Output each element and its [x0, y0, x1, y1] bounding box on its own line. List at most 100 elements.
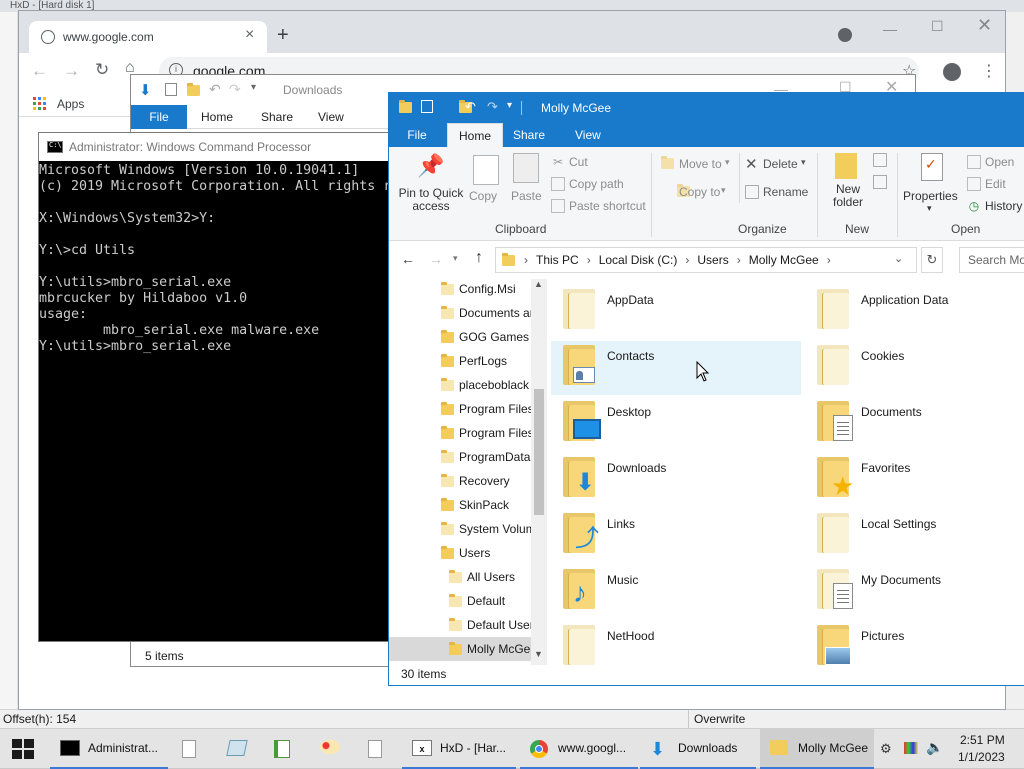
tray-app-icon[interactable]: ⚙: [880, 741, 892, 757]
nav-item[interactable]: Program Files (x86): [389, 421, 531, 445]
minimize-button[interactable]: —: [883, 21, 897, 37]
refresh-icon[interactable]: ↻: [921, 247, 943, 273]
rename-button[interactable]: Rename: [763, 185, 808, 199]
back-arrow-icon[interactable]: ←: [31, 61, 48, 81]
chrome-tab[interactable]: www.google.com ×: [29, 21, 267, 53]
folder-item[interactable]: ⤴ Links: [551, 509, 801, 563]
nav-item[interactable]: ProgramData: [389, 445, 531, 469]
folder-item[interactable]: Local Settings: [805, 509, 1024, 563]
close-window-button[interactable]: ✕: [977, 15, 992, 36]
scrollbar-thumb[interactable]: [534, 389, 544, 515]
breadcrumb-segment[interactable]: Users: [697, 253, 728, 267]
folder-item[interactable]: My Documents: [805, 565, 1024, 619]
taskbar-button[interactable]: Molly McGee: [760, 729, 874, 769]
open-button[interactable]: Open: [985, 155, 1014, 169]
tab-share[interactable]: Share: [513, 128, 545, 142]
navigation-scrollbar[interactable]: ▲ ▼: [531, 279, 547, 665]
tab-search-icon[interactable]: [838, 28, 852, 42]
properties-dropdown-icon[interactable]: ▾: [927, 203, 932, 214]
properties-button[interactable]: ✓ Properties ▾: [903, 153, 963, 217]
move-to-dropdown-icon[interactable]: ▾: [725, 157, 730, 168]
clock-date[interactable]: 1/1/2023: [958, 750, 1005, 764]
new-item-icon[interactable]: [873, 153, 887, 167]
properties-icon[interactable]: [165, 83, 177, 96]
downloads-tab-file[interactable]: File: [131, 105, 187, 129]
nav-item[interactable]: SkinPack: [389, 493, 531, 517]
folder-item[interactable]: Application Data: [805, 285, 1024, 339]
nav-item[interactable]: Default: [389, 589, 531, 613]
downloads-tab-home[interactable]: Home: [201, 110, 233, 124]
pin-to-quick-access-button[interactable]: 📌 Pin to Quick access: [395, 153, 467, 219]
new-tab-button[interactable]: +: [277, 25, 289, 45]
new-folder-icon[interactable]: [187, 83, 200, 96]
breadcrumb-chevron-icon[interactable]: ›: [524, 253, 528, 267]
copy-to-button[interactable]: Copy to: [679, 185, 720, 199]
clock-time[interactable]: 2:51 PM: [960, 733, 1005, 747]
apps-bookmark[interactable]: Apps: [57, 97, 84, 111]
undo-icon[interactable]: ↶: [209, 81, 221, 98]
nav-item[interactable]: Program Files: [389, 397, 531, 421]
breadcrumb-segment[interactable]: Molly McGee: [749, 253, 819, 267]
folder-item[interactable]: Cookies: [805, 341, 1024, 395]
taskbar-button[interactable]: www.googl...: [520, 729, 638, 769]
folder-item[interactable]: ♪ Music: [551, 565, 801, 619]
recent-locations-icon[interactable]: ▾: [453, 253, 458, 264]
nav-item[interactable]: Recovery: [389, 469, 531, 493]
breadcrumb-chevron-icon[interactable]: ›: [587, 253, 591, 267]
folder-item[interactable]: ⬇ Downloads: [551, 453, 801, 507]
copy-path-button[interactable]: Copy path: [569, 177, 624, 191]
copy-to-dropdown-icon[interactable]: ▾: [721, 185, 726, 196]
taskbar-button[interactable]: ⬇ Downloads: [640, 729, 756, 769]
folder-item[interactable]: Desktop: [551, 397, 801, 451]
edit-button[interactable]: Edit: [985, 177, 1006, 191]
qat-dropdown-icon[interactable]: ▾: [251, 82, 256, 93]
nav-item[interactable]: Config.Msi: [389, 279, 531, 301]
taskbar-button[interactable]: Administrat...: [50, 729, 168, 769]
up-arrow-icon[interactable]: ↑: [475, 249, 483, 267]
folder-item[interactable]: Documents: [805, 397, 1024, 451]
tab-file[interactable]: File: [389, 123, 445, 147]
nav-item[interactable]: Documents and Settings: [389, 301, 531, 325]
taskbar-button[interactable]: [218, 729, 254, 769]
profile-avatar[interactable]: [943, 63, 961, 81]
address-bar[interactable]: › This PC › Local Disk (C:) › Users › Molly McG…: [495, 247, 917, 273]
undo-icon[interactable]: ↶: [465, 99, 476, 115]
taskbar-button[interactable]: [264, 729, 300, 769]
paste-shortcut-button[interactable]: Paste shortcut: [569, 199, 646, 213]
move-to-button[interactable]: Move to: [679, 157, 722, 171]
close-tab-icon[interactable]: ×: [245, 26, 254, 44]
cmd-console-output[interactable]: Microsoft Windows [Version 10.0.19041.1]…: [39, 163, 389, 641]
easy-access-icon[interactable]: [873, 175, 887, 189]
taskbar-button[interactable]: x HxD - [Har...: [402, 729, 516, 769]
scroll-up-icon[interactable]: ▲: [534, 279, 543, 289]
search-input[interactable]: Search Molly McGee: [959, 247, 1024, 273]
chrome-menu-icon[interactable]: ⋮: [981, 61, 997, 81]
paste-button[interactable]: Paste: [509, 153, 543, 203]
folder-item[interactable]: AppData: [551, 285, 801, 339]
tab-home[interactable]: Home: [447, 123, 503, 147]
delete-dropdown-icon[interactable]: ▾: [801, 157, 806, 168]
nav-item[interactable]: placeboblack: [389, 373, 531, 397]
volume-speaker-icon[interactable]: 🔈: [926, 739, 943, 756]
breadcrumb-chevron-icon[interactable]: ›: [685, 253, 689, 267]
folder-item[interactable]: Pictures: [805, 621, 1024, 665]
properties-icon[interactable]: [421, 100, 433, 113]
breadcrumb-chevron-icon[interactable]: ›: [827, 253, 831, 267]
downloads-tab-share[interactable]: Share: [261, 110, 293, 124]
forward-arrow-icon[interactable]: →: [429, 251, 443, 267]
downloads-tab-view[interactable]: View: [318, 110, 344, 124]
nav-item[interactable]: All Users: [389, 565, 531, 589]
new-folder-button[interactable]: New folder: [823, 153, 873, 217]
taskbar-button[interactable]: [358, 729, 394, 769]
nav-item[interactable]: Molly McGee: [389, 637, 531, 661]
breadcrumb-segment[interactable]: Local Disk (C:): [599, 253, 678, 267]
apps-grid-icon[interactable]: [33, 97, 47, 111]
nav-item[interactable]: Users: [389, 541, 531, 565]
reload-icon[interactable]: ↻: [95, 60, 109, 80]
nav-item[interactable]: PerfLogs: [389, 349, 531, 373]
history-button[interactable]: History: [985, 199, 1022, 213]
maximize-button[interactable]: ☐: [931, 18, 944, 35]
back-arrow-icon[interactable]: ←: [401, 251, 415, 267]
delete-button[interactable]: Delete: [763, 157, 798, 171]
hxd-mode-status[interactable]: Overwrite: [694, 712, 745, 726]
